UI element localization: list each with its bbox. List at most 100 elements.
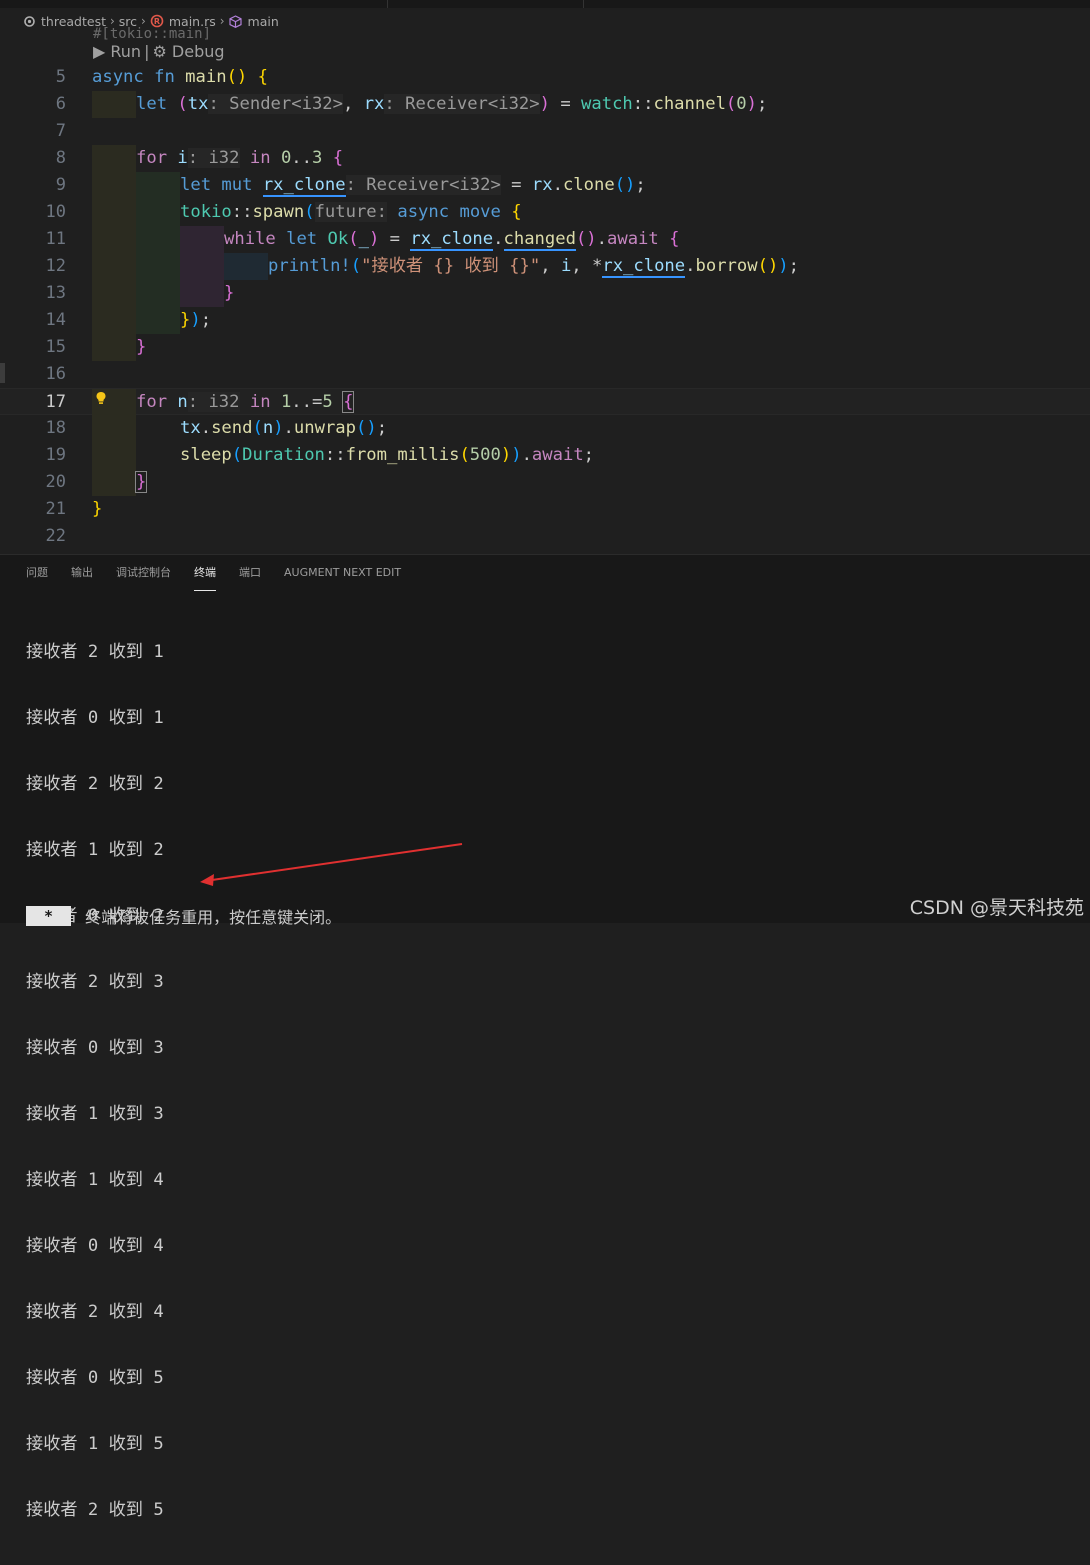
code-line-current[interactable]: 17 for n: i32 in 1..=5 {	[0, 388, 1090, 416]
breadcrumb-label: main	[247, 13, 279, 29]
line-number: 18	[45, 418, 66, 438]
line-number: 20	[45, 472, 66, 492]
attribute-partial-line: #[tokio::main]	[93, 26, 212, 42]
line-number: 10	[45, 202, 66, 222]
line-number: 13	[45, 283, 66, 303]
indent-guide	[92, 415, 136, 442]
indent-guide	[92, 91, 136, 118]
line-code: let mut rx_clone: Receiver<i32> = rx.clo…	[180, 175, 646, 197]
tab-augment-next-edit[interactable]: AUGMENT NEXT EDIT	[284, 565, 401, 587]
debug-codelens[interactable]: ⚙ Debug	[152, 42, 224, 61]
indent-guide	[92, 307, 136, 334]
indent-guide	[92, 145, 136, 172]
chevron-right-icon: ›	[219, 14, 225, 28]
terminal-line: 接收者 0 收到 4	[26, 1236, 164, 1256]
tab-terminal[interactable]: 终端	[194, 565, 216, 591]
line-code: tokio::spawn(future: async move {	[180, 202, 522, 222]
code-line[interactable]: 8 for i: i32 in 0..3 {	[0, 145, 1090, 172]
line-number: 8	[55, 148, 66, 168]
breadcrumb-item-symbol[interactable]: main	[229, 14, 279, 29]
line-code: });	[180, 310, 212, 330]
line-code: for i: i32 in 0..3 {	[136, 148, 344, 168]
line-number: 16	[45, 364, 66, 384]
code-line[interactable]: 19 sleep(Duration::from_millis(500)).awa…	[0, 442, 1090, 469]
indent-guide	[136, 253, 180, 280]
line-number: 9	[55, 175, 66, 195]
line-number: 15	[45, 337, 66, 357]
code-line[interactable]: 15 }	[0, 334, 1090, 361]
panel-tabs: 问题 输出 调试控制台 终端 端口 AUGMENT NEXT EDIT	[26, 565, 401, 591]
line-code: }	[92, 499, 103, 519]
terminal-line: 接收者 2 收到 3	[26, 972, 164, 992]
svg-text:R: R	[154, 17, 160, 26]
tab-divider	[583, 0, 584, 8]
line-number-active: 17	[45, 392, 66, 412]
codelens: #[tokio::main] ▶ Run | ⚙ Debug	[93, 26, 225, 62]
code-line[interactable]: 12 println!("接收者 {} 收到 {}", i, *rx_clone…	[0, 253, 1090, 280]
terminal-line: 接收者 1 收到 4	[26, 1170, 164, 1190]
line-code: tx.send(n).unwrap();	[180, 418, 388, 438]
indent-guide	[224, 253, 268, 280]
line-code: async fn main() {	[92, 67, 268, 87]
code-line[interactable]: 18 tx.send(n).unwrap();	[0, 415, 1090, 442]
indent-guide	[180, 280, 224, 307]
code-line[interactable]: 21 }	[0, 496, 1090, 523]
indent-guide	[92, 442, 136, 469]
line-number: 21	[45, 499, 66, 519]
indent-guide	[136, 172, 180, 199]
indent-guide	[136, 226, 180, 253]
tab-problems[interactable]: 问题	[26, 565, 48, 587]
terminal-line: 接收者 1 收到 2	[26, 840, 164, 860]
line-code: sleep(Duration::from_millis(500)).await;	[180, 445, 595, 465]
code-line[interactable]: 13 }	[0, 280, 1090, 307]
code-line[interactable]: 5 async fn main() {	[0, 64, 1090, 91]
tab-debug-console[interactable]: 调试控制台	[116, 565, 171, 587]
line-code: while let Ok(_) = rx_clone.changed().awa…	[224, 229, 680, 251]
indent-guide	[136, 199, 180, 226]
codelens-separator: |	[144, 41, 150, 61]
indent-guide	[92, 172, 136, 199]
code-line[interactable]: 6 let (tx: Sender<i32>, rx: Receiver<i32…	[0, 91, 1090, 118]
indent-guide	[136, 280, 180, 307]
line-number: 6	[55, 94, 66, 114]
line-code: let (tx: Sender<i32>, rx: Receiver<i32>)…	[136, 94, 768, 114]
terminal-footer-message: 终端将被任务重用，按任意键关闭。	[85, 908, 342, 927]
code-line[interactable]: 7	[0, 118, 1090, 145]
terminal-line: 接收者 0 收到 5	[26, 1368, 164, 1388]
code-line[interactable]: 11 while let Ok(_) = rx_clone.changed().…	[0, 226, 1090, 253]
terminal-line: 接收者 2 收到 5	[26, 1500, 164, 1520]
indent-guide	[92, 280, 136, 307]
folder-gear-icon	[22, 14, 36, 28]
indent-guide	[92, 253, 136, 280]
line-number: 12	[45, 256, 66, 276]
line-code: }	[136, 337, 147, 357]
code-line[interactable]: 16	[0, 361, 1090, 388]
code-line[interactable]: 9 let mut rx_clone: Receiver<i32> = rx.c…	[0, 172, 1090, 199]
line-number: 11	[45, 229, 66, 249]
bottom-panel: 问题 输出 调试控制台 终端 端口 AUGMENT NEXT EDIT 接收者 …	[0, 555, 1090, 1520]
code-line[interactable]: 10 tokio::spawn(future: async move {	[0, 199, 1090, 226]
tab-output[interactable]: 输出	[71, 565, 93, 587]
line-code: println!("接收者 {} 收到 {}", i, *rx_clone.bo…	[268, 256, 800, 278]
indent-guide	[92, 334, 136, 361]
indent-guide	[180, 226, 224, 253]
terminal-footer: * 终端将被任务重用，按任意键关闭。	[26, 904, 341, 928]
lightbulb-icon[interactable]	[95, 390, 107, 404]
terminal-line: 接收者 2 收到 2	[26, 774, 164, 794]
code-line[interactable]: 20 }	[0, 469, 1090, 496]
editor-tab-strip	[0, 0, 1090, 8]
tab-ports[interactable]: 端口	[239, 565, 261, 587]
line-code: }	[224, 283, 235, 303]
line-code: for n: i32 in 1..=5 {	[136, 391, 355, 413]
code-line[interactable]: 22	[0, 523, 1090, 550]
run-codelens[interactable]: ▶ Run	[93, 42, 141, 61]
terminal-output[interactable]: 接收者 2 收到 1 接收者 0 收到 1 接收者 2 收到 2 接收者 1 收…	[26, 597, 164, 1565]
line-number: 22	[45, 526, 66, 546]
indent-guide	[136, 307, 180, 334]
terminal-star-badge: *	[26, 906, 72, 926]
line-number: 7	[55, 121, 66, 141]
code-line[interactable]: 14 });	[0, 307, 1090, 334]
line-code: }	[134, 471, 148, 493]
watermark: CSDN @景天科技苑	[909, 897, 1084, 919]
line-number: 14	[45, 310, 66, 330]
